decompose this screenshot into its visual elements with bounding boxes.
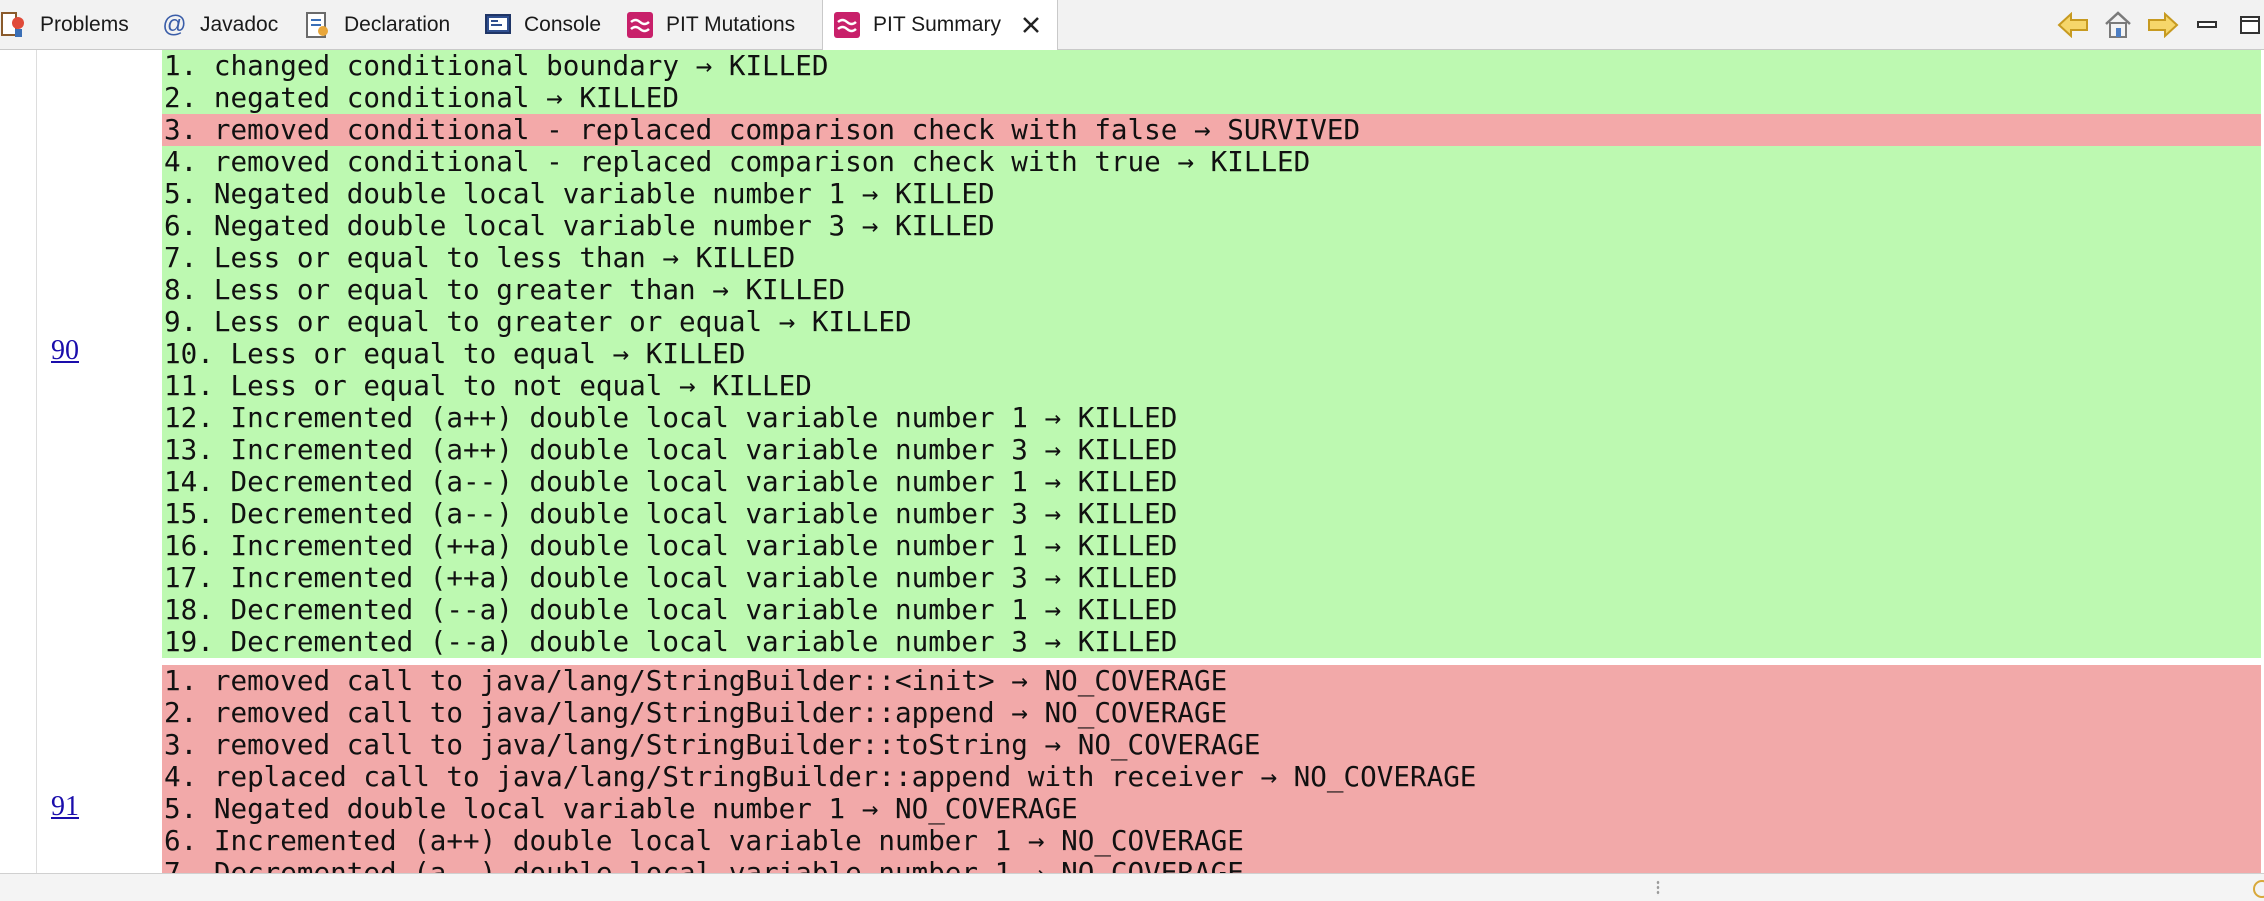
status-indicator-icon[interactable] bbox=[2253, 880, 2264, 898]
declaration-icon bbox=[304, 11, 332, 39]
mutation-row: 12. Incremented (a++) double local varia… bbox=[164, 401, 1178, 434]
close-icon[interactable] bbox=[1019, 13, 1043, 37]
tab-label: PIT Summary bbox=[873, 13, 1001, 36]
mutation-row: 2. removed call to java/lang/StringBuild… bbox=[164, 696, 1228, 729]
tab-pit-mutations[interactable]: PIT Mutations bbox=[626, 0, 795, 49]
line-number-link[interactable]: 90 bbox=[51, 335, 79, 367]
mutation-row: 10. Less or equal to equal → KILLED bbox=[164, 337, 746, 370]
mutation-row: 7. Decremented (a--) double local variab… bbox=[164, 856, 1244, 874]
mutation-row: 1. changed conditional boundary → KILLED bbox=[164, 50, 829, 82]
maximize-icon[interactable] bbox=[2233, 8, 2264, 42]
view-tab-bar: Problems @ Javadoc Declaration Console P… bbox=[0, 0, 2264, 50]
tab-pit-summary[interactable]: PIT Summary bbox=[822, 0, 1058, 50]
tab-label: Javadoc bbox=[200, 12, 279, 36]
status-bar bbox=[0, 873, 2264, 901]
tab-label: Declaration bbox=[344, 12, 451, 36]
mutation-block-line-90: 1. changed conditional boundary → KILLED… bbox=[162, 50, 2261, 658]
mutation-row: 8. Less or equal to greater than → KILLE… bbox=[164, 273, 846, 306]
problems-icon bbox=[0, 11, 28, 39]
tab-console[interactable]: Console bbox=[484, 0, 601, 49]
mutation-row: 6. Incremented (a++) double local variab… bbox=[164, 824, 1244, 857]
line-number-link[interactable]: 91 bbox=[51, 791, 79, 823]
mutation-row: 4. replaced call to java/lang/StringBuil… bbox=[164, 760, 1477, 793]
mutation-row: 5. Negated double local variable number … bbox=[164, 177, 995, 210]
console-icon bbox=[484, 11, 512, 39]
resize-grip-icon[interactable] bbox=[1656, 880, 1660, 896]
tab-problems[interactable]: Problems bbox=[0, 0, 129, 49]
forward-arrow-icon[interactable] bbox=[2146, 8, 2180, 42]
minimize-icon[interactable] bbox=[2190, 8, 2224, 42]
mutation-row-survived: 3. removed conditional - replaced compar… bbox=[162, 114, 2261, 146]
pit-summary-report: 90 1. changed conditional boundary → KIL… bbox=[0, 50, 2264, 873]
mutation-row: 16. Incremented (++a) double local varia… bbox=[164, 529, 1178, 562]
mutation-row: 4. removed conditional - replaced compar… bbox=[164, 145, 1311, 178]
mutation-row: 19. Decremented (--a) double local varia… bbox=[164, 625, 1178, 658]
mutation-row: 2. negated conditional → KILLED bbox=[164, 81, 679, 114]
tab-label: Problems bbox=[40, 12, 129, 36]
at-icon: @ bbox=[161, 10, 187, 38]
mutation-row: 18. Decremented (--a) double local varia… bbox=[164, 593, 1178, 626]
gutter-divider bbox=[36, 50, 37, 873]
mutation-row: 14. Decremented (a--) double local varia… bbox=[164, 465, 1178, 498]
tab-declaration[interactable]: Declaration bbox=[304, 0, 450, 49]
mutation-block-line-91: 1. removed call to java/lang/StringBuild… bbox=[162, 665, 2261, 873]
home-icon[interactable] bbox=[2101, 8, 2135, 42]
tab-label: Console bbox=[524, 12, 602, 36]
mutation-row: 11. Less or equal to not equal → KILLED bbox=[164, 369, 812, 402]
mutation-row: 7. Less or equal to less than → KILLED bbox=[164, 241, 796, 274]
mutation-row: 9. Less or equal to greater or equal → K… bbox=[164, 305, 912, 338]
mutation-row: 3. removed call to java/lang/StringBuild… bbox=[164, 728, 1261, 761]
back-arrow-icon[interactable] bbox=[2056, 8, 2090, 42]
mutation-row: 13. Incremented (a++) double local varia… bbox=[164, 433, 1178, 466]
mutation-row: 5. Negated double local variable number … bbox=[164, 792, 1078, 825]
tab-label: PIT Mutations bbox=[666, 12, 796, 36]
pit-icon bbox=[626, 11, 654, 39]
mutation-row: 1. removed call to java/lang/StringBuild… bbox=[164, 665, 1228, 697]
mutation-row: 6. Negated double local variable number … bbox=[164, 209, 995, 242]
mutation-row: 17. Incremented (++a) double local varia… bbox=[164, 561, 1178, 594]
tab-javadoc[interactable]: @ Javadoc bbox=[160, 0, 278, 49]
mutation-row: 15. Decremented (a--) double local varia… bbox=[164, 497, 1178, 530]
pit-icon bbox=[833, 11, 861, 39]
